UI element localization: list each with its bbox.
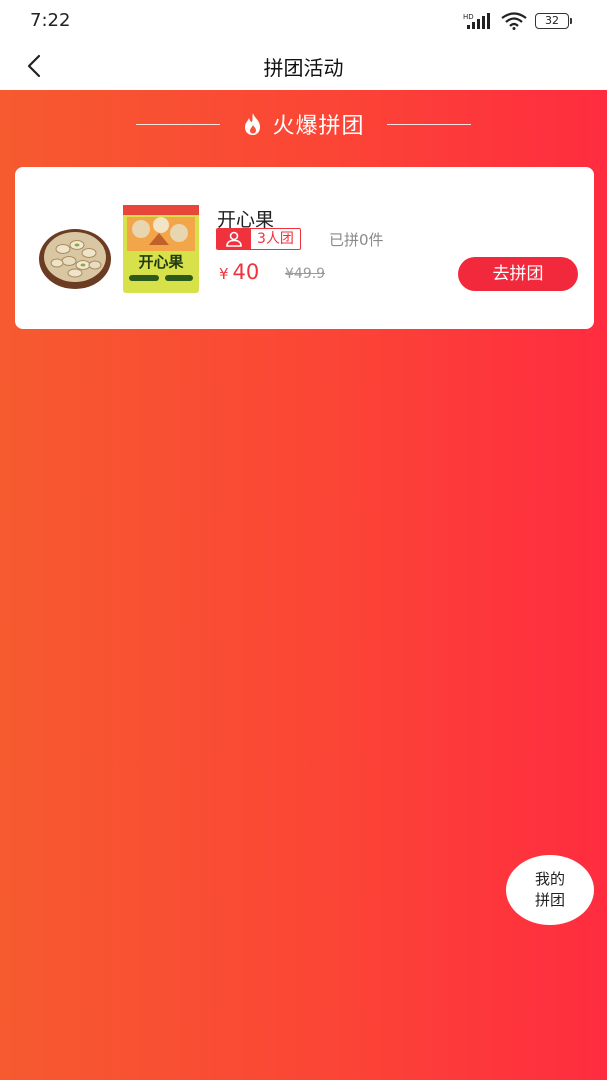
- section-divider-right: [386, 123, 471, 125]
- join-group-button[interactable]: 去拼团: [458, 257, 578, 291]
- group-price: ¥40: [219, 260, 259, 284]
- network-type-label: HD: [463, 13, 474, 21]
- product-image: 开心果: [39, 205, 199, 293]
- flame-icon: [245, 113, 261, 135]
- section-title: 火爆拼团: [272, 114, 365, 139]
- group-size-label: 3人团: [257, 231, 294, 247]
- nav-bar: 拼团活动: [0, 42, 607, 90]
- original-price: ¥49.9: [285, 266, 326, 282]
- section-divider-left: [136, 123, 221, 125]
- joined-count: 已拼0件: [329, 231, 384, 249]
- currency-symbol: ¥: [219, 265, 229, 283]
- person-icon: [217, 229, 251, 249]
- product-card[interactable]: 开心果 开心果 3人团 已拼0件 ¥40 ¥49.9 去拼团: [15, 167, 594, 329]
- my-group-button[interactable]: 我的 拼团: [506, 855, 594, 925]
- section-title-wrap: 火爆拼团: [242, 108, 364, 140]
- status-bar: 7:22 HD 32: [0, 0, 607, 42]
- signal-icon: HD: [463, 12, 493, 30]
- status-time: 7:22: [30, 10, 71, 31]
- price-value: 40: [232, 260, 260, 284]
- my-group-line1: 我的: [534, 870, 565, 888]
- group-size-badge: 3人团: [216, 228, 301, 250]
- package-label: 开心果: [138, 253, 184, 271]
- wifi-icon: [501, 12, 527, 30]
- page-title: 拼团活动: [263, 56, 344, 80]
- status-icons: HD 32: [463, 12, 572, 30]
- group-buy-content: 火爆拼团 开心果 开心果 3人团 已拼0件 ¥ 40 ¥49.9 去拼团 我的 …: [0, 90, 607, 1080]
- screen: 7:22 HD 32 拼团活动 火爆拼团 开心果 开心果 3人团 已拼0件 ¥ …: [0, 0, 607, 1080]
- section-header: 火爆拼团: [0, 108, 607, 140]
- battery-icon: 32: [535, 13, 572, 29]
- my-group-line2: 拼团: [534, 891, 565, 909]
